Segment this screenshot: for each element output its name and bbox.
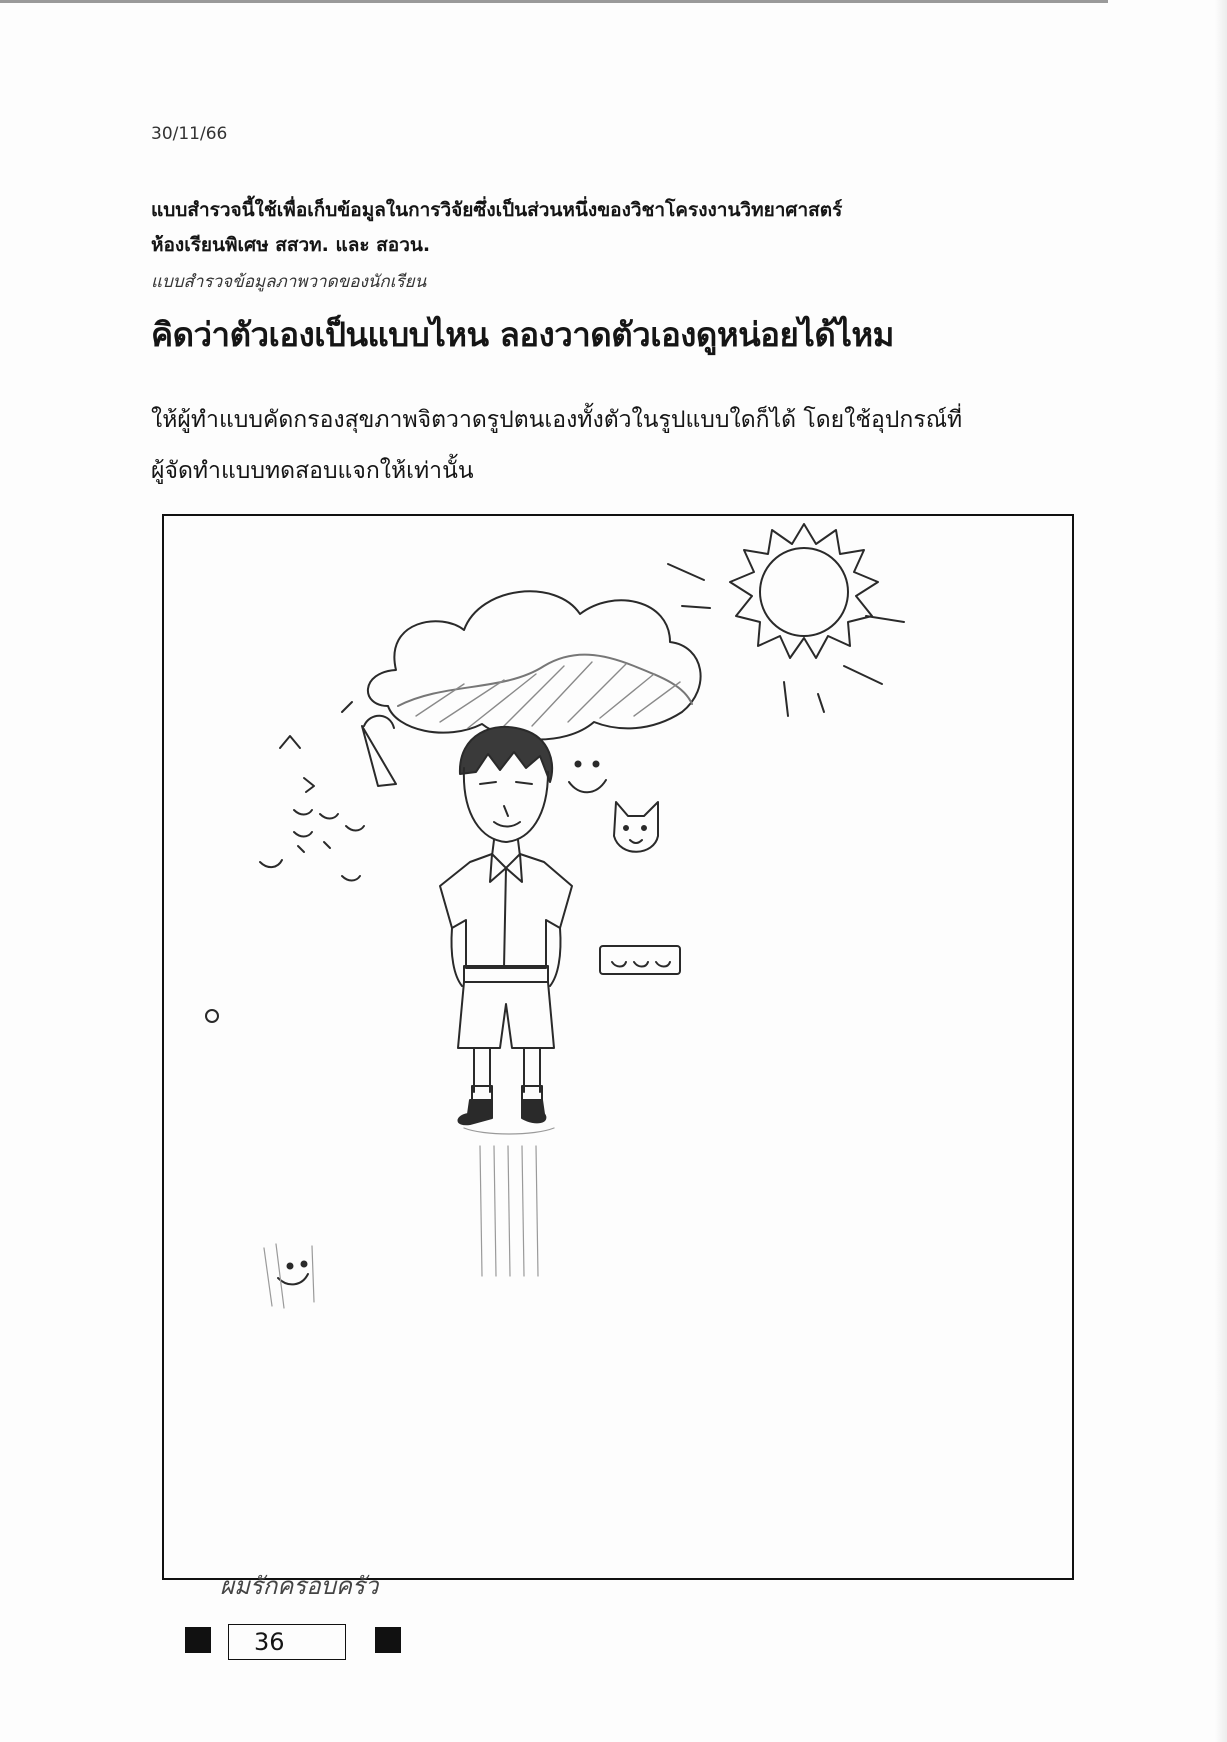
registration-mark-right bbox=[375, 1627, 401, 1653]
instruction-line-2: ผู้จัดทำแบบทดสอบแจกให้เท่านั้น bbox=[151, 458, 474, 484]
smiley-icon bbox=[568, 760, 607, 794]
boy-figure bbox=[439, 725, 573, 1126]
instructions: ให้ผู้ทำแบบคัดกรองสุขภาพจิตวาดรูปตนเองทั… bbox=[151, 395, 1011, 497]
instruction-line-1: ให้ผู้ทำแบบคัดกรองสุขภาพจิตวาดรูปตนเองทั… bbox=[151, 407, 963, 433]
top-border-line bbox=[0, 0, 1108, 3]
cat-face-icon bbox=[613, 801, 659, 853]
page-title: คิดว่าตัวเองเป็นแบบไหน ลองวาดตัวเองดูหน่… bbox=[151, 315, 894, 354]
smiley-box-icon bbox=[599, 945, 681, 975]
intro-line-1: แบบสำรวจนี้ใช้เพื่อเก็บข้อมูลในการวิจัยซ… bbox=[151, 199, 843, 221]
intro-text: แบบสำรวจนี้ใช้เพื่อเก็บข้อมูลในการวิจัยซ… bbox=[151, 193, 1051, 263]
sun-icon bbox=[667, 523, 905, 717]
student-drawing bbox=[205, 523, 905, 1309]
page-number: 36 bbox=[228, 1624, 346, 1660]
scattered-faces bbox=[205, 809, 365, 1023]
registration-mark-left bbox=[185, 1627, 211, 1653]
smiley-icon bbox=[263, 1243, 315, 1309]
drawing-frame bbox=[162, 514, 1074, 1580]
cloud-icon bbox=[367, 590, 702, 741]
scan-edge-shadow bbox=[1215, 0, 1227, 1742]
date-text: 30/11/66 bbox=[151, 124, 228, 144]
handwritten-caption: ผมรักครอบครัว bbox=[220, 1572, 379, 1600]
intro-line-2: ห้องเรียนพิเศษ สสวท. และ สอวน. bbox=[151, 234, 431, 256]
cloud-shading bbox=[415, 661, 681, 731]
falling-ice-cream-icon bbox=[279, 701, 397, 793]
survey-subtitle: แบบสำรวจข้อมูลภาพวาดของนักเรียน bbox=[151, 272, 427, 292]
figure-shadow bbox=[463, 1127, 555, 1277]
